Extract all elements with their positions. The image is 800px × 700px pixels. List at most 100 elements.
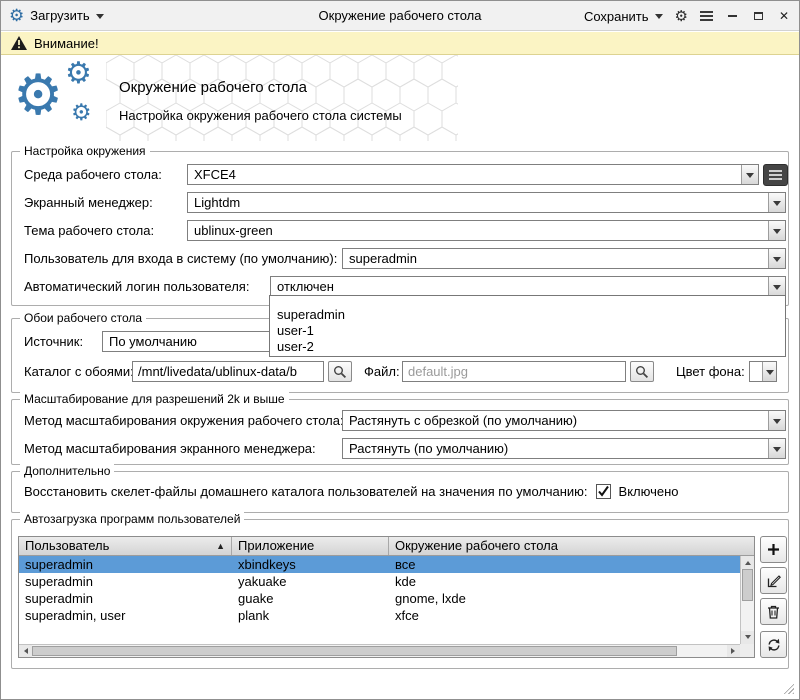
- desktop-scaling-combobox[interactable]: Растянуть с обрезкой (по умолчанию): [342, 410, 786, 431]
- chevron-down-icon: [96, 14, 104, 23]
- table-row[interactable]: superadmin, user plank xfce: [19, 607, 754, 624]
- pencil-icon: [766, 573, 782, 589]
- background-color-label: Цвет фона:: [676, 361, 745, 382]
- dm-scaling-combobox[interactable]: Растянуть (по умолчанию): [342, 438, 786, 459]
- wallpaper-file-input[interactable]: [402, 361, 626, 382]
- combo-arrow-button[interactable]: [768, 193, 785, 212]
- minimize-button[interactable]: [725, 8, 739, 24]
- magnifier-icon: [333, 365, 347, 379]
- sort-ascending-icon: ▲: [216, 537, 225, 555]
- group-wallpaper-legend: Обои рабочего стола: [20, 311, 146, 326]
- check-icon: [597, 485, 610, 498]
- page-subtitle: Настройка окружения рабочего стола систе…: [119, 108, 402, 123]
- group-additional-legend: Дополнительно: [20, 464, 114, 479]
- maximize-button[interactable]: [751, 8, 765, 24]
- hexagon-pattern-decor: [106, 55, 458, 141]
- combobox-value: ublinux-green: [188, 221, 768, 240]
- group-additional: Дополнительно Восстановить скелет-файлы …: [11, 471, 789, 513]
- group-autostart-legend: Автозагрузка программ пользователей: [20, 512, 244, 527]
- display-manager-label: Экранный менеджер:: [24, 192, 153, 213]
- autologin-combobox[interactable]: отключен: [270, 276, 786, 297]
- combobox-value: XFCE4: [188, 165, 741, 184]
- skel-restore-checkbox[interactable]: [596, 484, 611, 499]
- group-scaling-legend: Масштабирование для разрешений 2k и выше: [20, 392, 289, 407]
- menu-icon[interactable]: [700, 11, 713, 21]
- list-icon: [769, 170, 782, 180]
- combobox-value: superadmin: [343, 249, 768, 268]
- table-row[interactable]: superadmin xbindkeys все: [19, 556, 754, 573]
- settings-gear-icon[interactable]: ⚙: [675, 9, 688, 24]
- scroll-up-button[interactable]: [741, 556, 754, 569]
- page-title: Окружение рабочего стола: [119, 79, 307, 96]
- app-window: ⚙ Загрузить Окружение рабочего стола Сох…: [0, 0, 800, 700]
- dropdown-option[interactable]: user-2: [270, 339, 785, 355]
- combo-arrow-button[interactable]: [768, 411, 785, 430]
- theme-combobox[interactable]: ublinux-green: [187, 220, 786, 241]
- wallpaper-file-browse-button[interactable]: [630, 361, 654, 382]
- combo-arrow-button[interactable]: [768, 221, 785, 240]
- combobox-value: Растянуть (по умолчанию): [343, 439, 768, 458]
- combo-arrow-button[interactable]: [741, 165, 758, 184]
- warning-text: Внимание!: [34, 36, 99, 51]
- warning-bar: Внимание!: [1, 32, 799, 55]
- combo-arrow-button[interactable]: [768, 277, 785, 296]
- add-button[interactable]: [760, 536, 787, 563]
- table-header: Пользователь ▲ Приложение Окружение рабо…: [19, 537, 754, 556]
- minimize-icon: [728, 15, 737, 17]
- vertical-scrollbar[interactable]: [740, 556, 754, 644]
- titlebar: ⚙ Загрузить Окружение рабочего стола Сох…: [1, 1, 799, 31]
- save-menu-button[interactable]: Сохранить: [584, 9, 663, 24]
- combobox-value: Растянуть с обрезкой (по умолчанию): [343, 411, 768, 430]
- dropdown-option[interactable]: superadmin: [270, 307, 785, 323]
- horizontal-scrollbar[interactable]: [19, 644, 740, 657]
- edit-button[interactable]: [760, 567, 787, 594]
- dm-scaling-label: Метод масштабирования экранного менеджер…: [24, 438, 316, 459]
- wallpaper-dir-label: Каталог с обоями:: [24, 361, 134, 382]
- scroll-down-button[interactable]: [741, 631, 754, 644]
- horizontal-scrollbar-thumb[interactable]: [32, 646, 677, 656]
- wallpaper-dir-browse-button[interactable]: [328, 361, 352, 382]
- desktop-scaling-label: Метод масштабирования окружения рабочего…: [24, 410, 344, 431]
- background-color-picker[interactable]: [749, 361, 777, 382]
- resize-grip[interactable]: [781, 681, 794, 694]
- skel-restore-label: Восстановить скелет-файлы домашнего ката…: [24, 484, 588, 499]
- close-button[interactable]: ✕: [777, 8, 791, 24]
- scroll-right-button[interactable]: [727, 645, 740, 657]
- group-scaling: Масштабирование для разрешений 2k и выше…: [11, 399, 789, 465]
- combo-arrow-button[interactable]: [768, 249, 785, 268]
- wallpaper-source-label: Источник:: [24, 331, 83, 352]
- desktop-env-label: Среда рабочего стола:: [24, 164, 162, 185]
- group-environment: Настройка окружения Среда рабочего стола…: [11, 151, 789, 306]
- app-gear-icon: ⚙: [9, 7, 24, 24]
- desktop-env-extra-button[interactable]: [763, 164, 788, 186]
- group-autostart: Автозагрузка программ пользователей Поль…: [11, 519, 789, 669]
- combobox-value: Lightdm: [188, 193, 768, 212]
- delete-button[interactable]: [760, 598, 787, 625]
- display-manager-combobox[interactable]: Lightdm: [187, 192, 786, 213]
- autologin-label: Автоматический логин пользователя:: [24, 276, 249, 297]
- warning-triangle-icon: [11, 36, 27, 50]
- page-header: ⚙ ⚙ ⚙ Окружение рабочего стола Настройка…: [1, 55, 799, 141]
- load-menu-label: Загрузить: [30, 8, 89, 23]
- table-row[interactable]: superadmin yakuake kde: [19, 573, 754, 590]
- vertical-scrollbar-thumb[interactable]: [742, 569, 753, 601]
- refresh-button[interactable]: [760, 631, 787, 658]
- load-menu-button[interactable]: Загрузить: [30, 8, 103, 23]
- plus-icon: [766, 542, 781, 557]
- column-header-app[interactable]: Приложение: [232, 537, 389, 555]
- login-user-combobox[interactable]: superadmin: [342, 248, 786, 269]
- checkbox-label: Включено: [619, 484, 679, 499]
- scroll-left-button[interactable]: [19, 645, 32, 657]
- combo-arrow-button[interactable]: [762, 362, 776, 381]
- column-header-user[interactable]: Пользователь ▲: [19, 537, 232, 555]
- table-row[interactable]: superadmin guake gnome, lxde: [19, 590, 754, 607]
- autologin-dropdown-list: superadmin user-1 user-2: [269, 295, 786, 357]
- combo-arrow-button[interactable]: [768, 439, 785, 458]
- wallpaper-dir-input[interactable]: [132, 361, 324, 382]
- trash-icon: [766, 604, 781, 620]
- combobox-value: отключен: [271, 277, 768, 296]
- column-header-env[interactable]: Окружение рабочего стола: [389, 537, 754, 555]
- app-logo-gears-icon: ⚙ ⚙ ⚙: [11, 57, 111, 139]
- desktop-env-combobox[interactable]: XFCE4: [187, 164, 759, 185]
- dropdown-option[interactable]: user-1: [270, 323, 785, 339]
